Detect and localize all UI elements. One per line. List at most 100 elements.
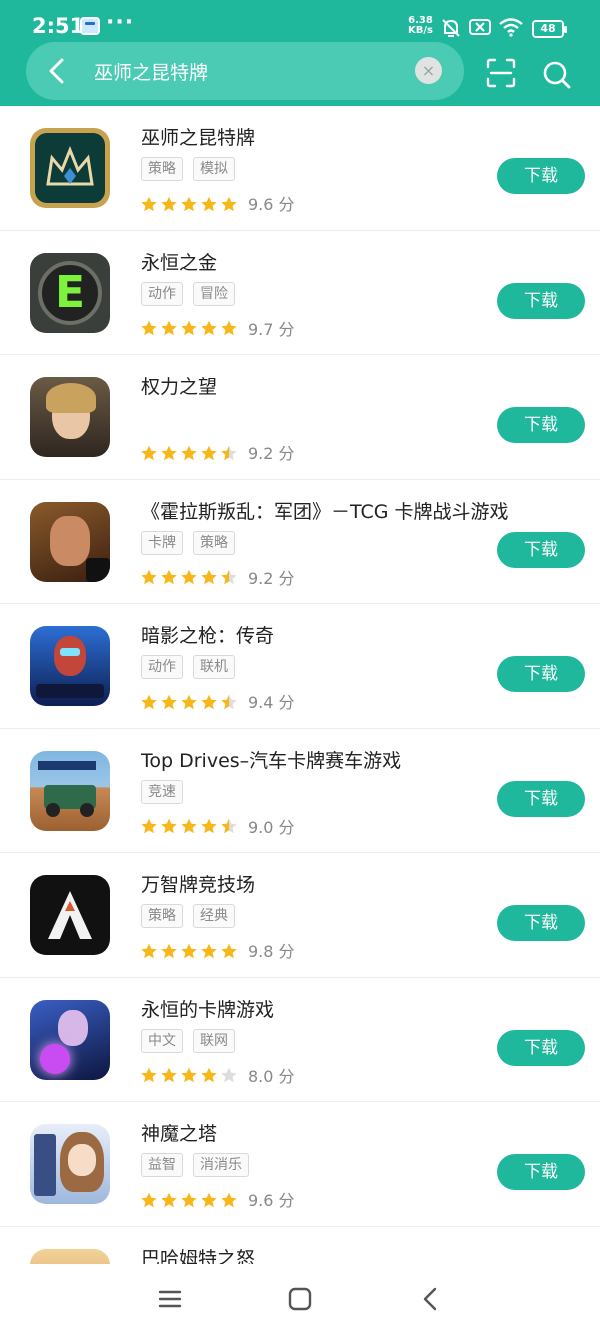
tag: 模拟	[193, 157, 235, 181]
message-icon	[80, 17, 100, 35]
score: 9.7 分	[248, 319, 295, 339]
rating: 9.2 分	[140, 440, 295, 463]
download-button[interactable]: 下载	[497, 407, 585, 443]
star-icon	[201, 819, 217, 834]
shadowgun-icon[interactable]	[30, 626, 110, 706]
list-item[interactable]: 巴哈姆特之怒	[0, 1227, 600, 1265]
star-rating	[140, 1065, 240, 1085]
tag-list: 益智 消消乐	[141, 1153, 259, 1177]
star-icon	[141, 321, 157, 336]
star-icon	[181, 1068, 197, 1083]
list-item[interactable]: 《霍拉斯叛乱：军团》－TCG 卡牌战斗游戏 卡牌 策略 9.2 分 下载	[0, 480, 600, 604]
list-item[interactable]: 永恒的卡牌游戏 中文 联网 8.0 分 下载	[0, 978, 600, 1102]
download-button[interactable]: 下载	[497, 158, 585, 194]
star-icon	[201, 1068, 217, 1083]
star-icon	[141, 570, 157, 585]
menu-icon[interactable]	[155, 1284, 185, 1314]
home-icon[interactable]	[285, 1284, 315, 1314]
tag-list: 中文 联网	[141, 1028, 245, 1053]
back-icon[interactable]	[416, 1284, 446, 1314]
tag-list: 动作 冒险	[141, 281, 245, 306]
download-button[interactable]: 下载	[497, 780, 585, 817]
status-bar: 2:51 ··· 6.38 KB/s 48	[0, 0, 600, 44]
sorceress-icon[interactable]	[30, 999, 110, 1080]
back-arrow-icon[interactable]	[42, 52, 74, 90]
star-icon	[181, 321, 197, 336]
jeep-icon[interactable]	[30, 750, 110, 831]
app-title[interactable]: 巫师之昆特牌	[141, 123, 255, 150]
app-title[interactable]: 《霍拉斯叛乱：军团》－TCG 卡牌战斗游戏	[141, 497, 509, 524]
star-icon	[201, 1192, 217, 1207]
download-button[interactable]: 下载	[497, 531, 585, 568]
star-icon	[181, 1192, 197, 1207]
search-results-list: 巫师之昆特牌 策略 模拟 9.6 分 下载 E 永恒之金 动作 冒险 9.7 分 下…	[0, 106, 600, 1264]
rating: 9.8 分	[140, 938, 295, 961]
star-icon	[161, 570, 177, 585]
warrior-icon[interactable]	[30, 501, 110, 582]
star-rating	[140, 816, 240, 836]
bahamut-icon[interactable]	[30, 1248, 110, 1264]
scan-icon[interactable]	[486, 58, 516, 88]
gwent-crown-icon[interactable]	[30, 128, 110, 208]
star-icon	[221, 1068, 237, 1083]
list-item[interactable]: 神魔之塔 益智 消消乐 9.6 分 下载	[0, 1102, 600, 1227]
clear-icon[interactable]: ×	[415, 57, 442, 84]
star-icon	[201, 196, 217, 211]
star-icon	[201, 943, 217, 958]
list-item[interactable]: E 永恒之金 动作 冒险 9.7 分 下载	[0, 231, 600, 355]
app-title[interactable]: Top Drives–汽车卡牌赛车游戏	[141, 746, 401, 773]
mute-bell-icon	[442, 19, 460, 37]
download-button[interactable]: 下载	[497, 656, 585, 692]
search-bar[interactable]	[26, 42, 464, 100]
star-icon	[161, 694, 177, 709]
star-icon	[201, 694, 217, 709]
tag: 冒险	[193, 281, 235, 306]
app-title[interactable]: 永恒的卡牌游戏	[141, 995, 274, 1022]
star-icon	[141, 819, 157, 834]
app-title[interactable]: 神魔之塔	[141, 1119, 217, 1146]
star-icon	[141, 1192, 157, 1207]
app-title[interactable]: 权力之望	[141, 372, 217, 399]
list-item[interactable]: 巫师之昆特牌 策略 模拟 9.6 分 下载	[0, 106, 600, 231]
score: 9.6 分	[248, 195, 295, 214]
star-icon	[201, 321, 217, 336]
arena-a-icon[interactable]	[30, 875, 110, 955]
app-title[interactable]: 万智牌竞技场	[141, 870, 255, 897]
star-icon	[181, 570, 197, 585]
star-icon	[221, 694, 237, 709]
wifi-icon	[499, 18, 523, 37]
app-title[interactable]: 永恒之金	[141, 248, 217, 275]
score: 9.0 分	[248, 817, 295, 837]
app-title[interactable]: 暗影之枪：传奇	[141, 621, 274, 648]
list-item[interactable]: Top Drives–汽车卡牌赛车游戏 竞速 9.0 分 下载	[0, 729, 600, 853]
download-button[interactable]: 下载	[497, 1154, 585, 1190]
star-rating	[140, 567, 240, 587]
download-button[interactable]: 下载	[497, 1029, 585, 1066]
list-item[interactable]: 权力之望 9.2 分 下载	[0, 355, 600, 480]
search-icon[interactable]	[542, 60, 572, 90]
list-item[interactable]: 万智牌竞技场 策略 经典 9.8 分 下载	[0, 853, 600, 978]
star-icon	[141, 1068, 157, 1083]
download-button[interactable]: 下载	[497, 282, 585, 319]
more-notifications-indicator: ···	[106, 10, 135, 35]
portrait-icon[interactable]	[30, 377, 110, 457]
list-item[interactable]: 暗影之枪：传奇 动作 联机 9.4 分 下载	[0, 604, 600, 729]
eternium-e-icon[interactable]: E	[30, 252, 110, 333]
rating: 9.0 分	[140, 814, 295, 837]
star-icon	[141, 694, 157, 709]
rating: 9.2 分	[140, 565, 295, 588]
star-icon	[221, 570, 237, 585]
star-icon	[161, 819, 177, 834]
tag: 益智	[141, 1153, 183, 1177]
download-button[interactable]: 下载	[497, 905, 585, 941]
star-icon	[181, 445, 197, 460]
tag: 动作	[141, 655, 183, 679]
tag: 竞速	[141, 779, 183, 804]
search-input[interactable]: 巫师之昆特牌	[94, 58, 208, 85]
star-icon	[161, 321, 177, 336]
star-icon	[221, 196, 237, 211]
anime-girl-icon[interactable]	[30, 1124, 110, 1204]
rating: 9.6 分	[140, 191, 295, 214]
system-navigation-bar	[0, 1264, 600, 1334]
app-title[interactable]: 巴哈姆特之怒	[141, 1244, 255, 1265]
